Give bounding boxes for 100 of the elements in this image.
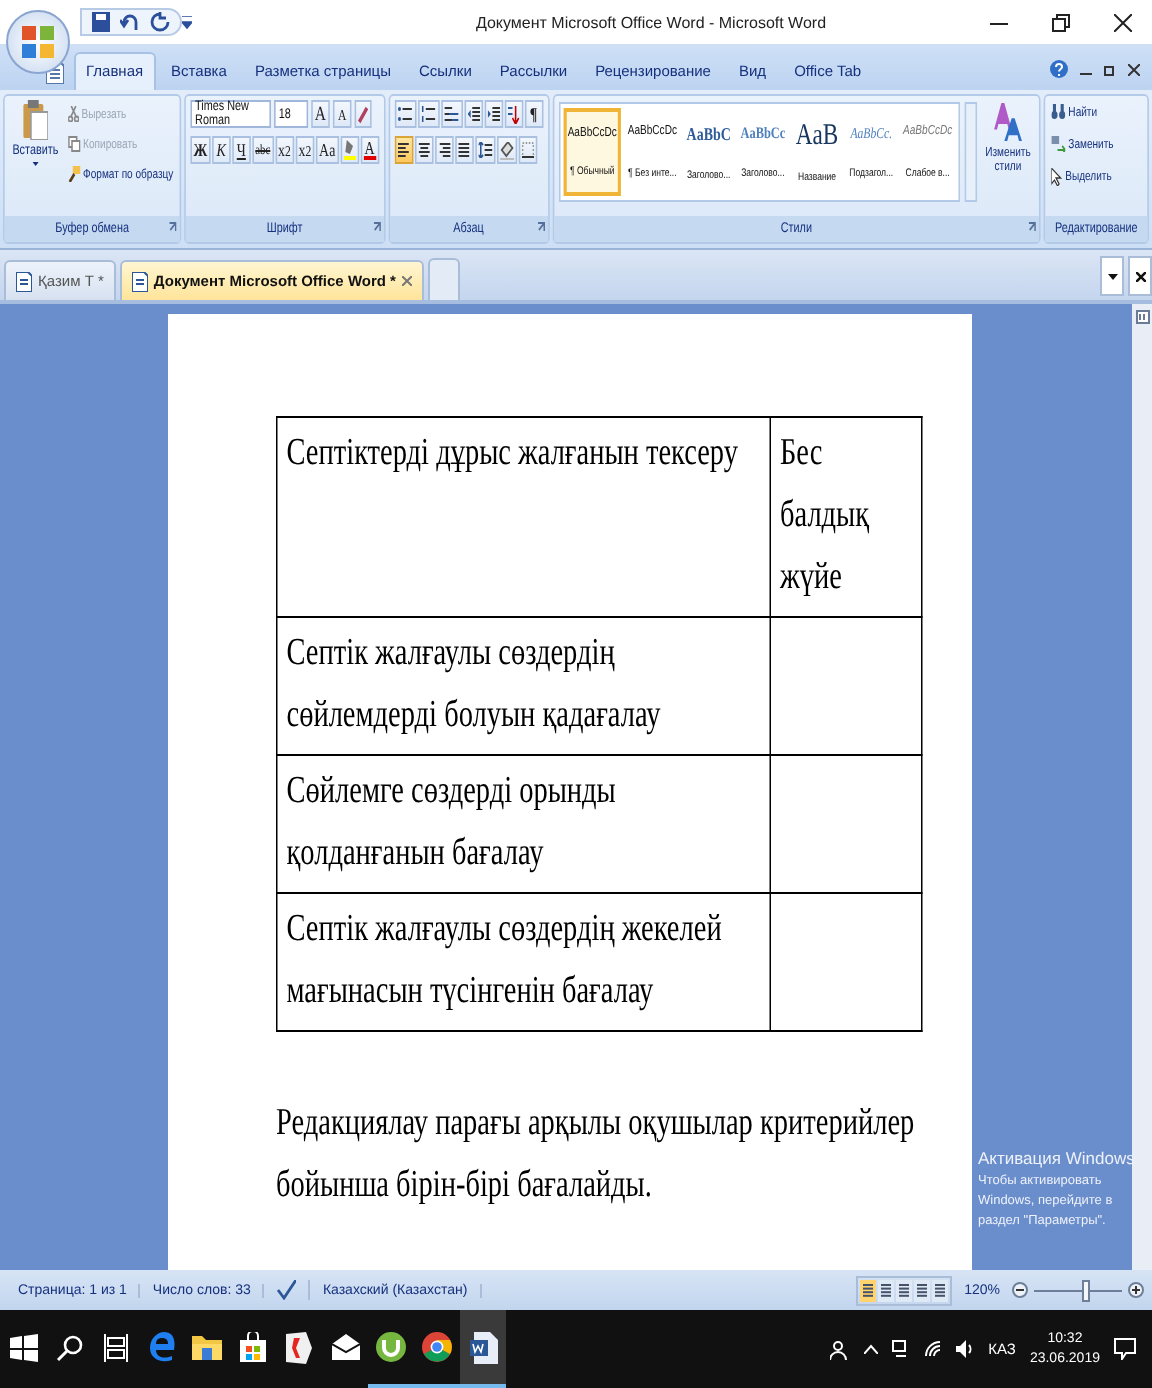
bulleted-list-icon — [397, 106, 413, 122]
view-button[interactable] — [896, 1279, 913, 1301]
align-button[interactable] — [434, 136, 454, 164]
undo-icon[interactable] — [120, 12, 140, 32]
restore-icon[interactable] — [1052, 13, 1070, 31]
redo-icon[interactable] — [150, 12, 170, 32]
increase-indent-button[interactable] — [484, 100, 503, 128]
borders-button[interactable] — [518, 136, 537, 164]
paint-bucket-icon — [499, 141, 514, 159]
multilevel-list-button[interactable] — [440, 100, 463, 128]
customize-toolbar-icon[interactable] — [182, 15, 192, 29]
cursor-icon — [1051, 168, 1063, 186]
align-button[interactable] — [414, 136, 433, 164]
eraser-icon — [357, 105, 369, 123]
show-formatting-button[interactable]: ¶ — [524, 100, 543, 128]
close-icon[interactable] — [1128, 63, 1140, 75]
format-button[interactable]: Ч — [232, 136, 251, 164]
sort-icon — [507, 105, 520, 123]
scissors-icon — [67, 106, 79, 122]
clipboard-icon — [22, 100, 48, 140]
table-cell-text: Септіктерді дұрыс жалғанын тексеру — [286, 432, 738, 474]
office-logo-icon — [20, 24, 56, 60]
zoom-in-icon[interactable] — [1128, 1282, 1144, 1298]
vertical-scrollbar[interactable] — [1132, 304, 1152, 1270]
line-spacing-button[interactable] — [474, 136, 495, 164]
volume-icon[interactable] — [956, 1340, 975, 1358]
copy-icon — [67, 136, 80, 152]
grow-font-button[interactable]: A — [311, 100, 330, 128]
search-icon[interactable] — [55, 1333, 83, 1361]
office-button[interactable] — [6, 10, 70, 74]
table-cell-text: Септік жалғаулы сөздердің сөйлемдерді болуын қадағалау — [286, 632, 661, 736]
align-button[interactable] — [454, 136, 474, 164]
chrome-icon[interactable] — [422, 1332, 452, 1362]
table-cell-text: Септік жалғаулы сөздердің жекелей мағынасын түсінгенін бағалау — [286, 908, 722, 1012]
multilevel-list-icon — [443, 106, 460, 122]
windows-start-icon[interactable] — [9, 1333, 37, 1361]
edge-browser-icon[interactable] — [147, 1332, 175, 1362]
sort-button[interactable] — [504, 100, 523, 128]
word-document-icon — [131, 271, 148, 291]
dialog-launcher-icon[interactable] — [372, 222, 381, 232]
view-button[interactable] — [914, 1279, 931, 1301]
page-view-icon — [934, 1282, 947, 1298]
indent-icon — [487, 106, 500, 122]
shading-button[interactable] — [496, 136, 517, 164]
restore-icon[interactable] — [1104, 63, 1116, 75]
page-view-icon — [862, 1282, 875, 1298]
font-color-button[interactable]: A — [360, 136, 379, 164]
clear-formatting-button[interactable] — [354, 100, 372, 128]
view-button[interactable] — [860, 1279, 877, 1301]
notification-icon[interactable] — [1114, 1338, 1136, 1360]
paintbrush-icon — [67, 166, 80, 182]
numbering-button[interactable] — [417, 100, 440, 128]
binoculars-icon — [1051, 104, 1066, 120]
yandex-browser-icon[interactable] — [286, 1331, 312, 1363]
people-icon[interactable] — [830, 1339, 851, 1359]
highlighter-icon — [343, 140, 356, 160]
spelling-check-icon[interactable] — [276, 1280, 297, 1300]
save-icon[interactable] — [92, 12, 110, 32]
taskbar-button[interactable] — [460, 1310, 506, 1388]
utorrent-icon[interactable] — [376, 1332, 406, 1362]
zoom-slider-thumb[interactable] — [1082, 1279, 1091, 1301]
close-tab-button[interactable] — [1128, 256, 1152, 296]
table-cell-text: Сөйлемге сөздерді орынды қолданғанын бағалау — [286, 770, 616, 874]
page-view-icon — [880, 1282, 893, 1298]
replace-icon — [1051, 136, 1066, 152]
folder-icon[interactable] — [192, 1334, 222, 1360]
chevron-up-icon[interactable] — [864, 1344, 879, 1354]
align-left-icon — [397, 142, 410, 158]
shopping-bag-icon[interactable] — [240, 1332, 266, 1362]
close-icon[interactable] — [1114, 13, 1132, 31]
dialog-launcher-icon[interactable] — [1028, 222, 1036, 232]
dialog-launcher-icon[interactable] — [168, 222, 177, 232]
tab-list-button[interactable] — [1100, 256, 1124, 296]
envelope-icon[interactable] — [331, 1334, 359, 1360]
borders-icon — [521, 142, 534, 158]
ruler-icon[interactable] — [1135, 310, 1149, 324]
indent-icon — [467, 106, 480, 122]
window-title: Документ Microsoft Office Word - Microsoft Word — [473, 13, 829, 31]
format-button[interactable]: Ж — [190, 136, 211, 164]
view-button[interactable] — [878, 1279, 895, 1301]
table-cell-text: Бес балдық жүйе — [780, 432, 870, 598]
decrease-indent-button[interactable] — [463, 100, 483, 128]
highlight-button[interactable] — [340, 136, 359, 164]
caret-icon — [32, 162, 39, 166]
bullets-button[interactable] — [394, 100, 416, 128]
wifi-icon[interactable] — [924, 1340, 943, 1358]
line-spacing-icon — [477, 142, 492, 158]
paragraph-text: Редакциялау парағы арқылы оқушылар критерийлер бойынша бірін-бірі бағалайды. — [276, 1100, 917, 1210]
align-button[interactable] — [394, 136, 413, 164]
numbered-list-icon — [420, 106, 436, 122]
task-view-icon[interactable] — [103, 1333, 127, 1361]
styles-icon — [994, 102, 1022, 142]
network-icon[interactable] — [892, 1340, 911, 1358]
format-button[interactable]: К — [211, 136, 231, 164]
zoom-out-icon[interactable] — [1012, 1282, 1028, 1298]
format-button[interactable]: Aa — [316, 136, 339, 164]
view-button[interactable] — [932, 1279, 949, 1301]
help-icon[interactable] — [1050, 60, 1068, 78]
dialog-launcher-icon[interactable] — [536, 222, 545, 232]
word-document-icon[interactable] — [469, 1331, 497, 1363]
